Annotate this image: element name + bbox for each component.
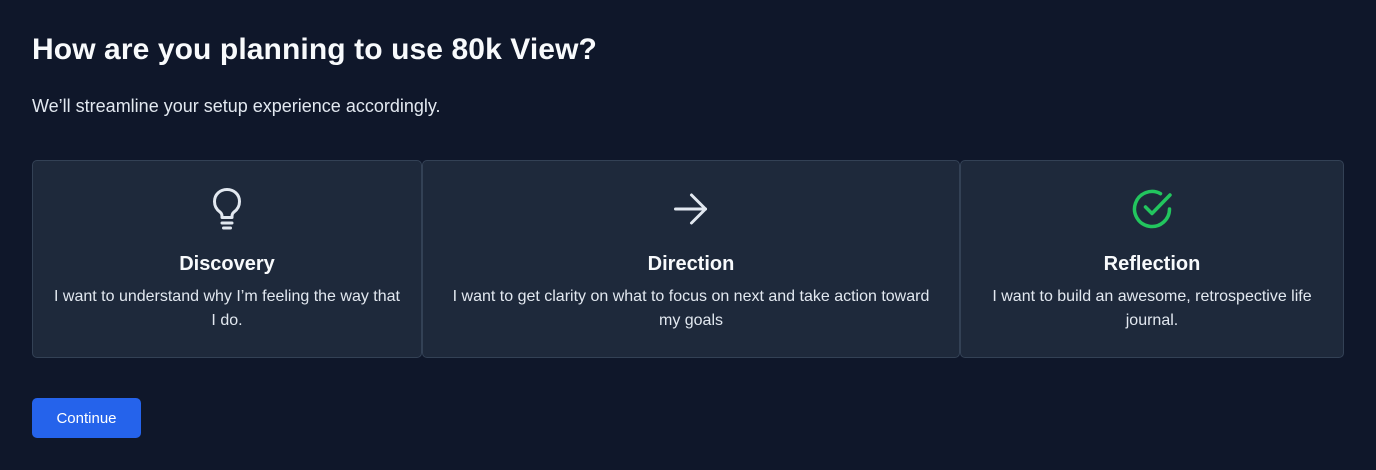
option-description: I want to get clarity on what to focus o… [452, 288, 930, 329]
page-title: How are you planning to use 80k View? [32, 33, 597, 66]
continue-button[interactable]: Continue [32, 398, 141, 438]
option-title: Discovery [179, 253, 275, 275]
lightbulb-icon [213, 188, 241, 230]
arrow-right-icon [674, 193, 707, 225]
option-card-direction[interactable]: Direction I want to get clarity on what … [422, 160, 960, 358]
onboarding-page: How are you planning to use 80k View? We… [0, 0, 1376, 470]
option-title: Direction [647, 253, 735, 275]
option-description: I want to understand why I’m feeling the… [54, 288, 400, 329]
option-title: Reflection [1103, 253, 1201, 275]
usage-options: Discovery I want to understand why I’m f… [32, 160, 1344, 358]
option-card-discovery[interactable]: Discovery I want to understand why I’m f… [32, 160, 422, 358]
option-description: I want to build an awesome, retrospectiv… [992, 288, 1312, 329]
option-card-reflection[interactable]: Reflection I want to build an awesome, r… [960, 160, 1344, 358]
page-subtitle: We’ll streamline your setup experience a… [32, 96, 441, 116]
check-circle-icon [1132, 189, 1172, 229]
